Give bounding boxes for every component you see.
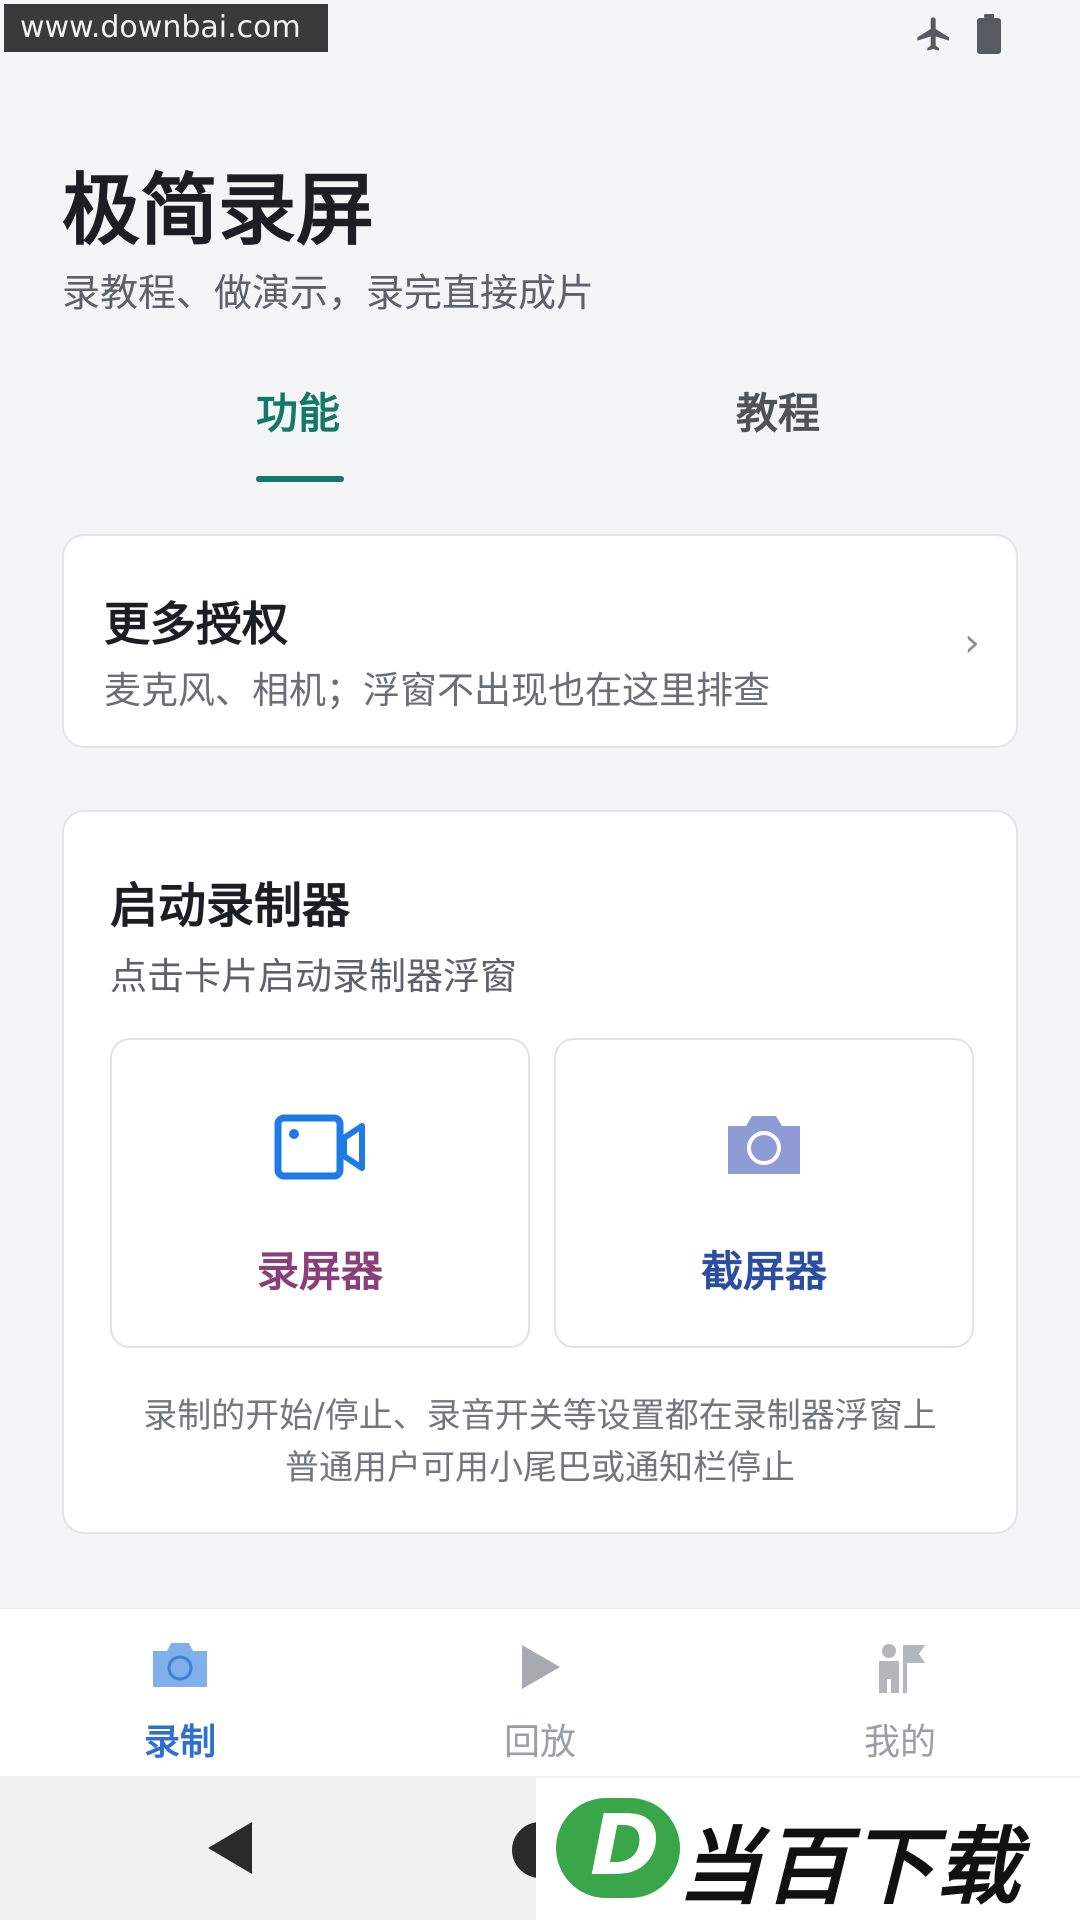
screen-recorder-button[interactable]: 录屏器 bbox=[110, 1038, 530, 1348]
nav-item-playback[interactable]: 回放 bbox=[420, 1609, 660, 1777]
nav-label-record: 录制 bbox=[143, 1722, 216, 1763]
battery-icon bbox=[977, 14, 1001, 54]
recorder-card: 启动录制器 点击卡片启动录制器浮窗 录屏器 截屏器 录制的开始/停止、录音开关等… bbox=[62, 810, 1018, 1534]
permissions-title: 更多授权 bbox=[104, 597, 288, 651]
recorder-description: 点击卡片启动录制器浮窗 bbox=[110, 955, 517, 998]
permissions-description: 麦克风、相机；浮窗不出现也在这里排查 bbox=[104, 669, 770, 712]
site-watermark: www.downbai.com bbox=[4, 4, 328, 52]
camera-icon bbox=[728, 1116, 800, 1174]
logo-text: 当百下载 bbox=[678, 1818, 1023, 1916]
nav-item-mine[interactable]: 我的 bbox=[780, 1609, 1020, 1777]
active-tab-indicator bbox=[256, 476, 344, 482]
play-icon bbox=[522, 1645, 560, 1689]
tab-bar: 功能 教程 bbox=[0, 380, 1080, 490]
nav-label-playback: 回放 bbox=[503, 1722, 576, 1763]
airplane-mode-icon bbox=[917, 17, 949, 51]
permissions-card[interactable]: 更多授权 麦克风、相机；浮窗不出现也在这里排查 › bbox=[62, 534, 1018, 748]
page-subtitle: 录教程、做演示，录完直接成片 bbox=[62, 271, 595, 315]
chevron-right-icon: › bbox=[964, 620, 980, 666]
video-camera-icon bbox=[274, 1114, 365, 1180]
bottom-navigation: 录制 回放 我的 bbox=[0, 1608, 1080, 1776]
status-icons bbox=[914, 14, 1002, 54]
recorder-note: 录制的开始/停止、录音开关等设置都在录制器浮窗上 普通用户可用小尾巴或通知栏停止 bbox=[64, 1390, 1016, 1494]
screenshot-tool-button[interactable]: 截屏器 bbox=[554, 1038, 974, 1348]
camera-icon bbox=[153, 1643, 207, 1687]
nav-item-record[interactable]: 录制 bbox=[60, 1609, 300, 1777]
recorder-note-line-2: 普通用户可用小尾巴或通知栏停止 bbox=[285, 1448, 795, 1488]
screenshot-tool-label: 截屏器 bbox=[700, 1247, 827, 1296]
nav-label-mine: 我的 bbox=[863, 1722, 936, 1763]
tab-functions[interactable]: 功能 bbox=[256, 380, 340, 441]
recorder-note-line-1: 录制的开始/停止、录音开关等设置都在录制器浮窗上 bbox=[143, 1396, 937, 1436]
status-bar: www.downbai.com bbox=[0, 0, 1080, 72]
recorder-title: 启动录制器 bbox=[110, 878, 351, 934]
user-flag-icon bbox=[879, 1644, 925, 1693]
logo-letter: D bbox=[590, 1796, 660, 1894]
screen-recorder-label: 录屏器 bbox=[256, 1247, 383, 1296]
site-logo-watermark: D 当百下载 bbox=[536, 1778, 1080, 1920]
tab-tutorials[interactable]: 教程 bbox=[736, 380, 820, 441]
page-title: 极简录屏 bbox=[62, 166, 375, 256]
back-icon[interactable] bbox=[204, 1818, 256, 1878]
